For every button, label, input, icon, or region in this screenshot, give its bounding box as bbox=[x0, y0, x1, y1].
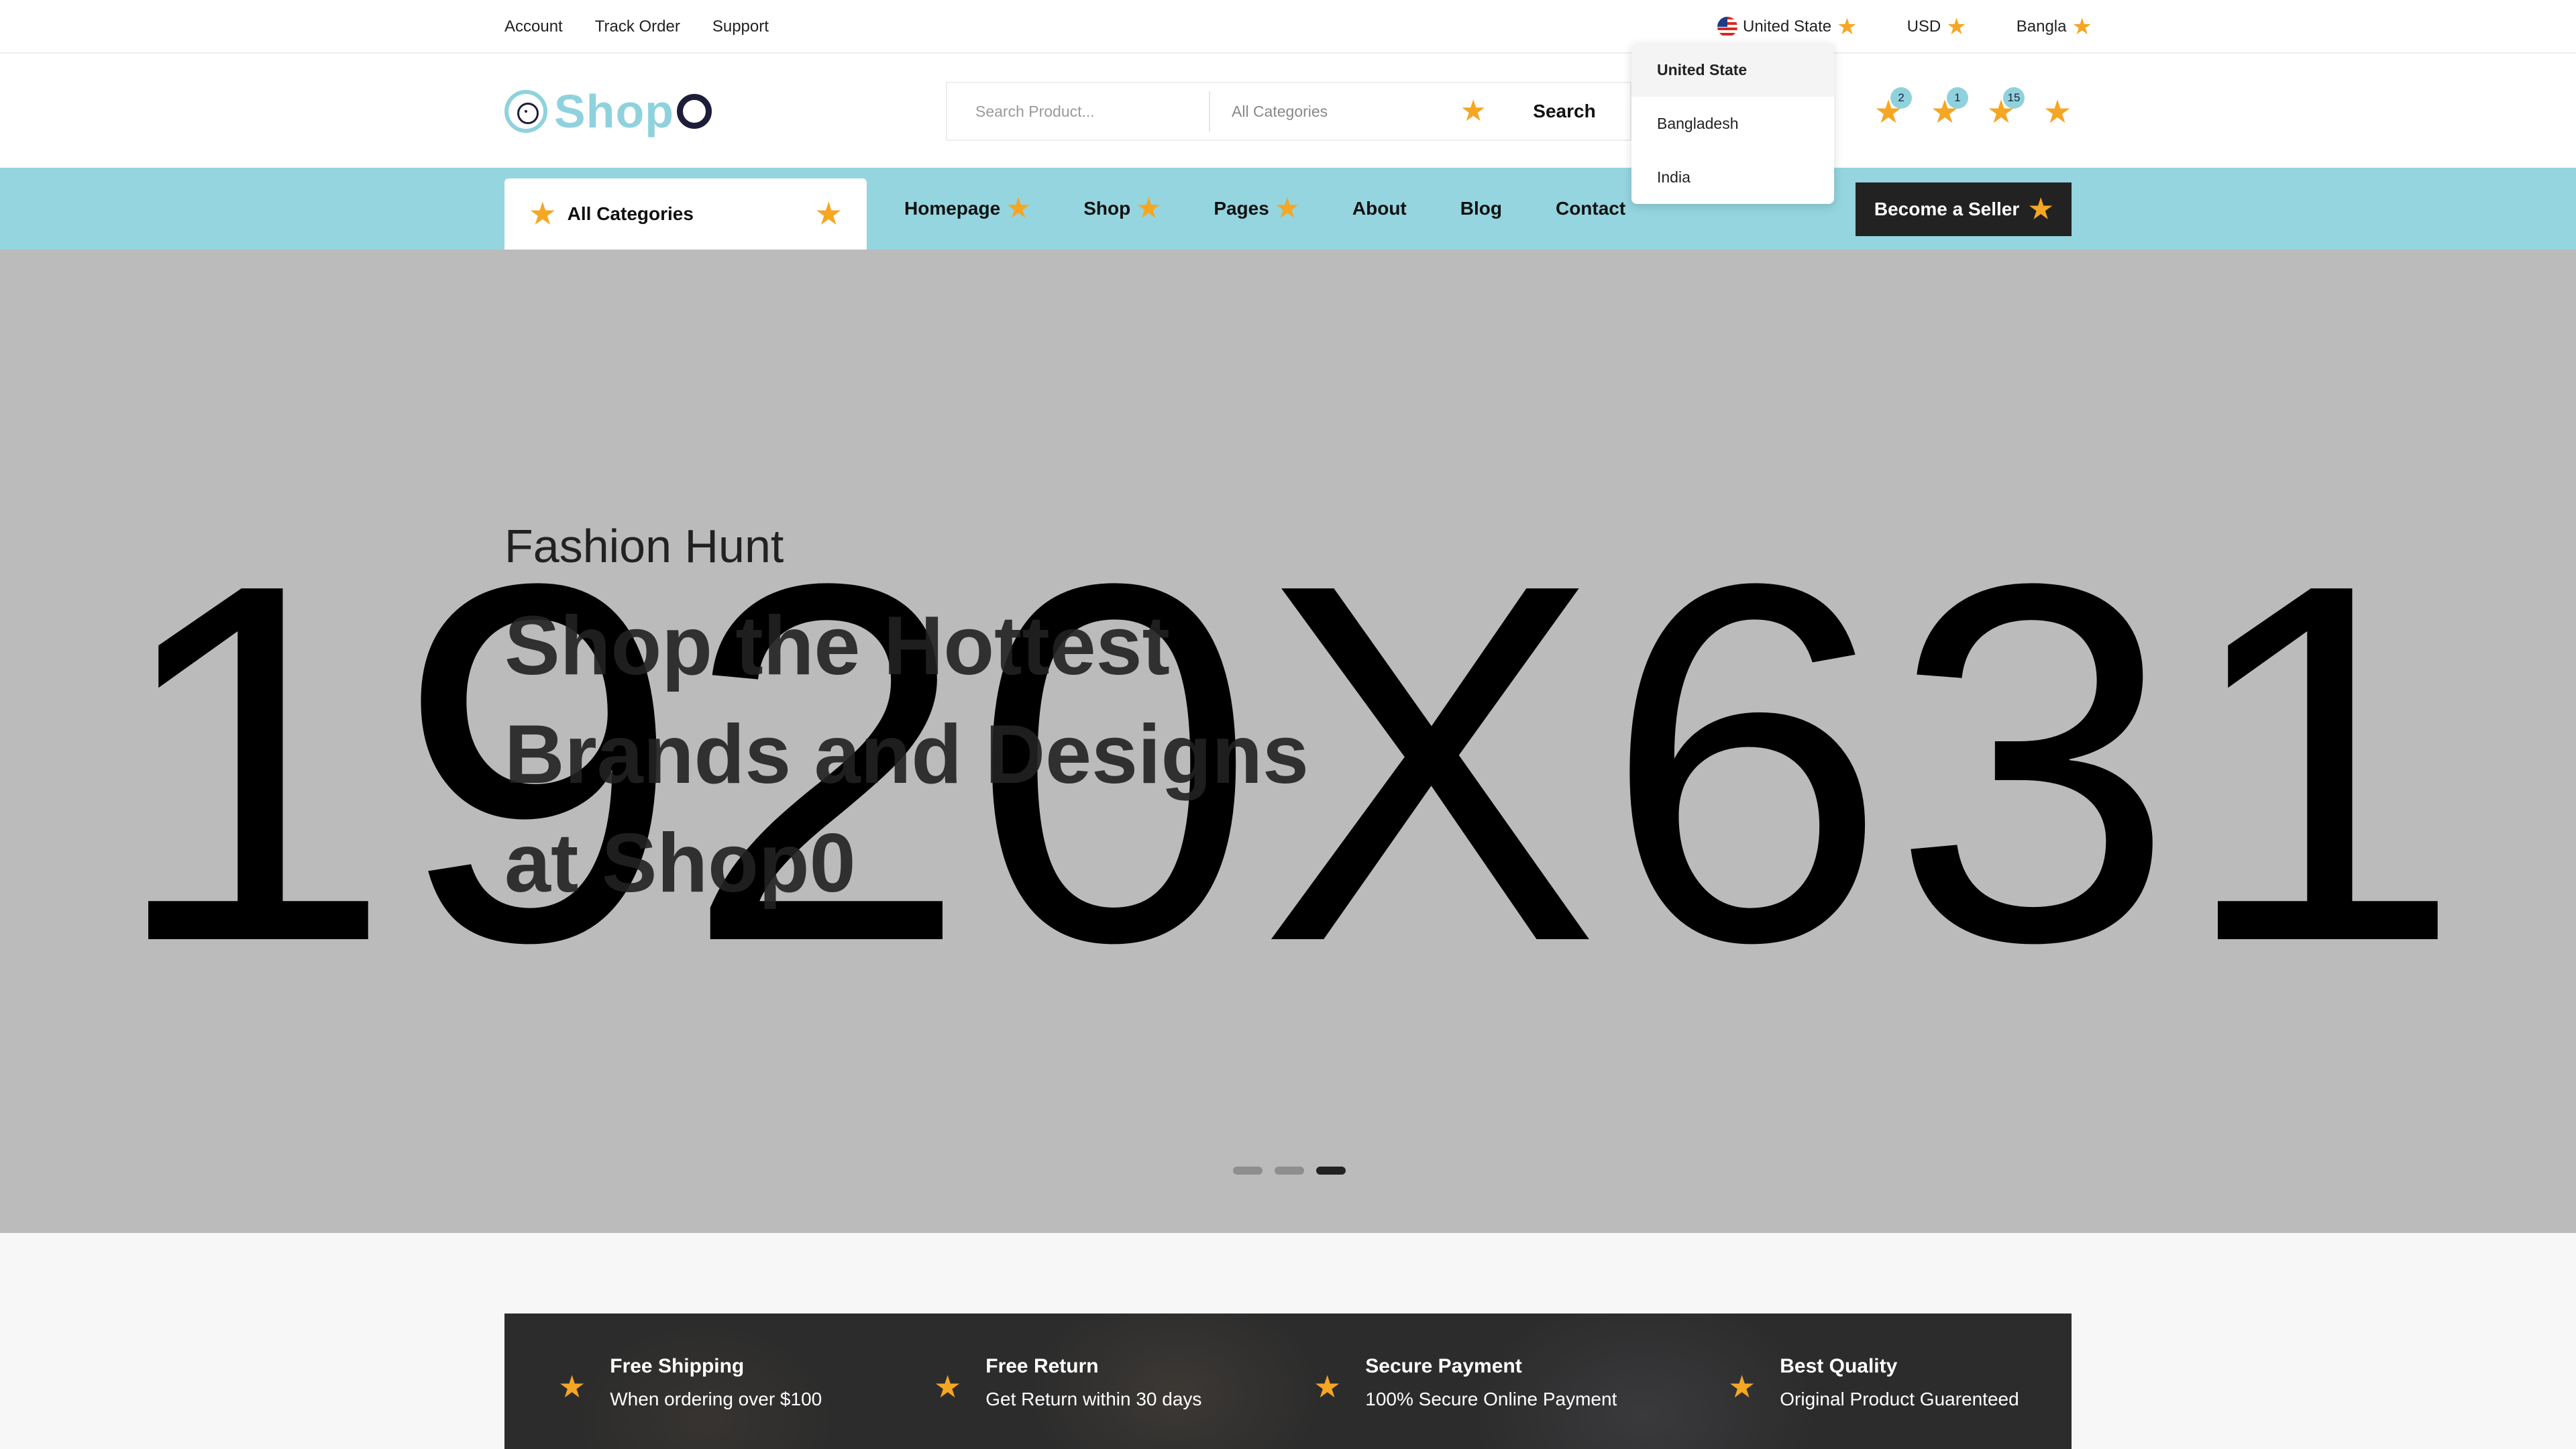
hero-title-line: at Shop0 bbox=[504, 817, 856, 910]
feature-item: ★ Free Shipping When ordering over $100 bbox=[558, 1355, 822, 1410]
slider-dot-2[interactable] bbox=[1275, 1167, 1304, 1175]
hero-title-line: Brands and Designs bbox=[504, 708, 1309, 801]
currency-label: USD bbox=[1907, 17, 1941, 36]
compare-button[interactable]: ★ 2 bbox=[1873, 87, 1912, 129]
logo-text: Shop bbox=[554, 85, 674, 138]
search-bar: All Categories ★ Search bbox=[946, 82, 1631, 141]
language-selector[interactable]: Bangla ★ bbox=[2017, 15, 2092, 38]
shipping-icon: ★ bbox=[558, 1369, 586, 1404]
country-dropdown: United State Bangladesh India bbox=[1631, 43, 1834, 204]
feature-item: ★ Best Quality Original Product Guarente… bbox=[1728, 1355, 2019, 1410]
country-selector[interactable]: United State ★ bbox=[1717, 15, 1858, 38]
return-icon: ★ bbox=[934, 1369, 962, 1404]
chevron-star-icon: ★ bbox=[1460, 95, 1487, 127]
slider-dot-3[interactable] bbox=[1316, 1167, 1346, 1175]
become-seller-label: Become a Seller bbox=[1874, 199, 2020, 219]
track-order-link[interactable]: Track Order bbox=[595, 17, 680, 36]
hero-subtitle: Fashion Hunt bbox=[504, 520, 784, 572]
feature-title: Best Quality bbox=[1780, 1355, 1898, 1377]
feature-title: Secure Payment bbox=[1365, 1355, 1522, 1377]
nav-links: Homepage ★ Shop ★ Pages ★ About Blog Con… bbox=[904, 168, 1679, 250]
hero-title: Shop the Hottest Brands and Designs at S… bbox=[504, 592, 1377, 918]
dropdown-star-icon: ★ bbox=[1837, 14, 1858, 40]
chevron-star-icon: ★ bbox=[816, 198, 841, 229]
feature-desc: 100% Secure Online Payment bbox=[1365, 1389, 1617, 1409]
hero-title-line: Shop the Hottest bbox=[504, 600, 1170, 692]
quality-icon: ★ bbox=[1728, 1369, 1756, 1404]
nav-shop-label: Shop bbox=[1083, 198, 1131, 219]
country-option-united-state[interactable]: United State bbox=[1631, 43, 1834, 97]
chevron-star-icon: ★ bbox=[1137, 195, 1161, 223]
payment-icon: ★ bbox=[1313, 1369, 1342, 1404]
search-category-label: All Categories bbox=[1232, 102, 1328, 120]
cart-button[interactable]: ★ 15 bbox=[1986, 87, 2025, 129]
nav-homepage[interactable]: Homepage ★ bbox=[904, 196, 1030, 221]
feature-title: Free Shipping bbox=[610, 1355, 745, 1377]
site-header: Shop All Categories ★ Search ★ 2 ★ 1 ★ 1… bbox=[0, 54, 2576, 168]
logo-target-icon bbox=[504, 90, 547, 133]
dropdown-star-icon: ★ bbox=[2072, 14, 2092, 40]
nav-about[interactable]: About bbox=[1352, 198, 1407, 219]
country-label: United State bbox=[1743, 17, 1832, 36]
feature-item: ★ Free Return Get Return within 30 days bbox=[934, 1355, 1201, 1410]
nav-pages[interactable]: Pages ★ bbox=[1214, 196, 1299, 221]
hero-banner: 1920X631 Fashion Hunt Shop the Hottest B… bbox=[0, 250, 2576, 1233]
feature-title: Free Return bbox=[985, 1355, 1099, 1377]
search-button[interactable]: Search bbox=[1499, 83, 1630, 140]
dropdown-star-icon: ★ bbox=[1946, 14, 1967, 40]
account-link[interactable]: Account bbox=[504, 17, 563, 36]
logo-o-mark bbox=[676, 94, 712, 129]
top-bar: Account Track Order Support United State… bbox=[0, 0, 2576, 54]
nav-contact[interactable]: Contact bbox=[1556, 198, 1625, 219]
menu-star-icon: ★ bbox=[530, 198, 555, 229]
feature-desc: When ordering over $100 bbox=[610, 1389, 822, 1409]
user-button[interactable]: ★ bbox=[2042, 89, 2073, 129]
chevron-star-icon: ★ bbox=[1275, 195, 1299, 223]
currency-selector[interactable]: USD ★ bbox=[1907, 15, 1967, 38]
cart-badge: 15 bbox=[2003, 87, 2025, 109]
nav-shop[interactable]: Shop ★ bbox=[1083, 196, 1160, 221]
feature-desc: Original Product Guarenteed bbox=[1780, 1389, 2019, 1409]
header-icons: ★ 2 ★ 1 ★ 15 ★ bbox=[1873, 87, 2073, 129]
chevron-star-icon: ★ bbox=[1007, 195, 1030, 223]
compare-badge: 2 bbox=[1890, 87, 1912, 109]
feature-desc: Get Return within 30 days bbox=[985, 1389, 1202, 1409]
nav-homepage-label: Homepage bbox=[904, 198, 1001, 219]
slider-dots bbox=[1233, 1167, 1346, 1175]
wishlist-badge: 1 bbox=[1947, 87, 1968, 109]
search-category-select[interactable]: All Categories ★ bbox=[1210, 97, 1499, 126]
support-link[interactable]: Support bbox=[712, 17, 769, 36]
nav-blog[interactable]: Blog bbox=[1460, 198, 1502, 219]
country-option-bangladesh[interactable]: Bangladesh bbox=[1631, 97, 1834, 150]
us-flag-icon bbox=[1717, 17, 1737, 37]
search-input[interactable] bbox=[947, 91, 1210, 131]
country-option-india[interactable]: India bbox=[1631, 150, 1834, 204]
nav-contact-label: Contact bbox=[1555, 198, 1626, 219]
feature-item: ★ Secure Payment 100% Secure Online Paym… bbox=[1313, 1355, 1617, 1410]
language-label: Bangla bbox=[2016, 17, 2067, 36]
arrow-star-icon: ★ bbox=[2029, 195, 2053, 224]
logo[interactable]: Shop bbox=[504, 85, 712, 138]
user-icon: ★ bbox=[2043, 95, 2072, 130]
all-categories-label: All Categories bbox=[567, 203, 694, 224]
wishlist-button[interactable]: ★ 1 bbox=[1929, 87, 1968, 129]
main-nav: ★ All Categories ★ Homepage ★ Shop ★ Pag… bbox=[0, 168, 2576, 250]
below-hero-section: ★ Free Shipping When ordering over $100 … bbox=[0, 1233, 2576, 1449]
become-seller-button[interactable]: Become a Seller ★ bbox=[1856, 182, 2072, 236]
slider-dot-1[interactable] bbox=[1233, 1167, 1263, 1175]
top-links: Account Track Order Support bbox=[504, 0, 769, 54]
all-categories-button[interactable]: ★ All Categories ★ bbox=[504, 178, 867, 250]
features-bar: ★ Free Shipping When ordering over $100 … bbox=[504, 1313, 2072, 1449]
nav-blog-label: Blog bbox=[1460, 198, 1502, 219]
nav-pages-label: Pages bbox=[1214, 198, 1269, 219]
nav-about-label: About bbox=[1352, 198, 1407, 219]
